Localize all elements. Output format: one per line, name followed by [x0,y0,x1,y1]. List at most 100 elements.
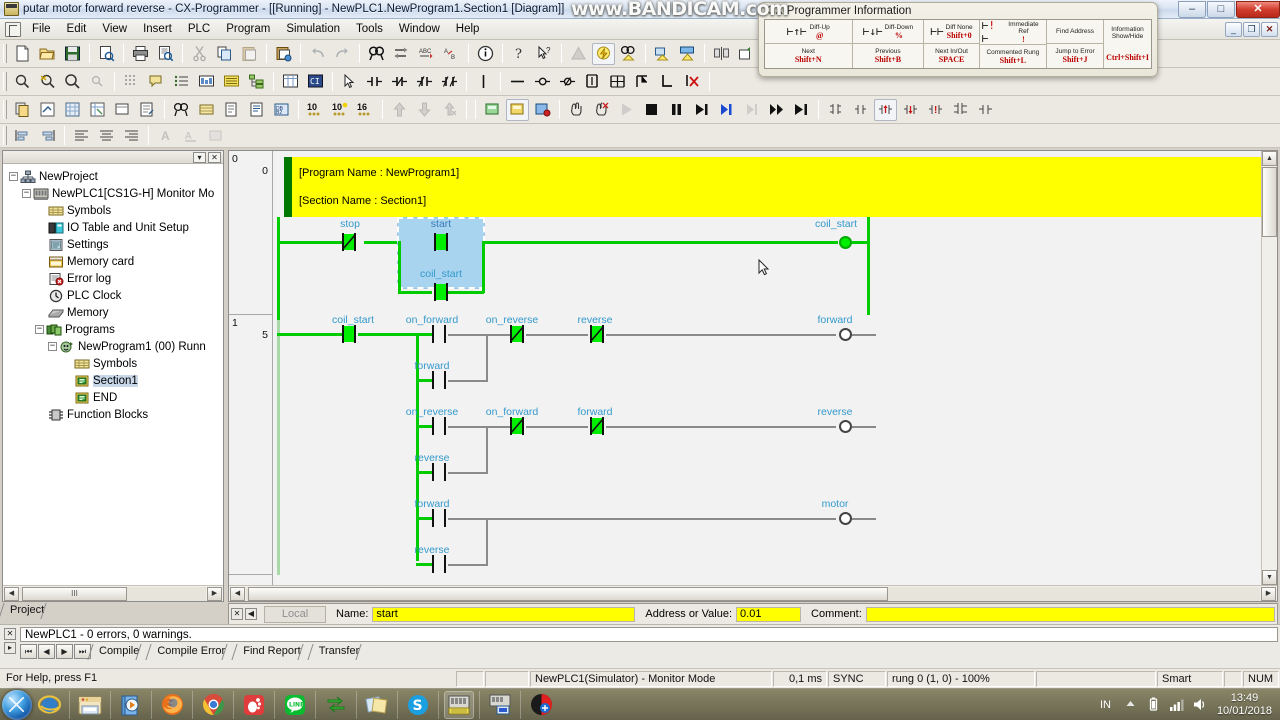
ladder-hscroll-left-icon[interactable]: ◀ [230,586,245,601]
zoom-icon[interactable] [11,71,34,93]
output-panel-grip-icon[interactable]: ▸ [4,642,16,654]
cx-info-diff-up[interactable]: ⊢↑⊢ Diff-Up @ [765,20,852,45]
cx-info-jump-to-error[interactable]: Jump to Error Shift+J [1047,44,1103,68]
new-coil-icon[interactable] [531,71,554,93]
tree-expander-icon[interactable]: − [48,342,57,351]
contact-reverse-no-or-2[interactable] [430,463,448,481]
mdi-restore-button[interactable]: ❐ [1243,21,1260,37]
taskbar-skype-icon[interactable]: S [403,691,433,719]
nav-next-icon[interactable]: ▶ [56,644,73,659]
tree-expander-icon[interactable]: − [9,172,18,181]
mdi-minimize-button[interactable]: _ [1225,21,1242,37]
ladder-canvas[interactable]: 0 0 1 5 [Program Name: NewProgram1] [Se… [229,151,1261,585]
minimize-button[interactable]: – [1178,0,1206,18]
differentiate-up-icon[interactable] [874,98,897,121]
new-contact-icon[interactable] [363,71,386,93]
tray-battery-icon[interactable] [1145,696,1162,713]
contact-on-forward-nc-2[interactable] [508,417,526,435]
tree-item-newproject[interactable]: − NewProject [7,168,223,185]
cx-info-show-hide-key[interactable]: Ctrl+Shift+I [1104,47,1151,68]
pause-simulator-icon[interactable] [565,99,588,121]
toggle-rung-comment-icon[interactable] [949,99,972,121]
toolbar-grip[interactable] [3,44,7,63]
start-button[interactable] [2,689,32,720]
signed-decimal-monitor-icon[interactable]: 10 [329,99,352,121]
data-trace-icon[interactable]: CI [304,71,327,93]
work-online-simulator-2-icon[interactable] [481,99,504,121]
contact-start-no[interactable] [432,233,450,251]
ladder-hscroll-track[interactable] [246,586,1260,601]
project-tree[interactable]: − NewProject − NewPLC1[CS1G-H] Monitor Mo Sy… [3,164,223,585]
tree-item-memory-card[interactable]: Memory card [7,253,223,270]
view-mnemonic-2-icon[interactable] [849,99,872,121]
tree-item-settings[interactable]: Settings [7,236,223,253]
tree-item-symbols[interactable]: Symbols [7,355,223,372]
new-closed-coil-icon[interactable] [556,71,579,93]
show-symbol-list-icon[interactable] [170,71,193,93]
tab-project[interactable]: Project [2,603,56,619]
document-system-icon[interactable] [5,21,21,37]
new-file-icon[interactable] [11,43,34,65]
binary-view-icon[interactable]: DB B2 [270,99,293,121]
contact-reverse-nc-1[interactable] [588,325,606,343]
project-hscrollbar[interactable]: ◀ III ▶ [3,585,223,601]
taskbar-line-icon[interactable]: LINE [280,691,310,719]
zoom-in-icon[interactable] [61,71,84,93]
cx-info-col-2[interactable]: ⊢↓⊢ Diff-Down % Previous Shift+B [852,20,925,68]
run-icon[interactable] [615,99,638,121]
transfer-from-plc-icon[interactable] [676,43,699,65]
taskbar-sync-tool-icon[interactable] [321,691,351,719]
tab-compile[interactable]: Compile [92,644,150,660]
io-table-view-icon[interactable] [86,99,109,121]
taskbar-file-explorer-icon[interactable] [75,691,105,719]
tree-item-function-blocks[interactable]: Function Blocks [7,406,223,423]
coil-coil-start[interactable] [835,233,857,251]
align-text-right-icon[interactable] [120,125,143,147]
output-panel-close-icon[interactable]: ✕ [4,628,16,640]
vscroll-up-icon[interactable]: ▲ [1262,151,1277,166]
replace-icon[interactable] [390,43,413,65]
taskbar-media-player-icon[interactable] [116,691,146,719]
gutter-cell-rung-1[interactable]: 1 5 [229,315,273,575]
close-button[interactable]: ✕ [1236,0,1280,18]
align-right-icon[interactable] [36,125,59,147]
cx-info-find-next[interactable]: Next Shift+N [765,44,852,68]
maximize-button[interactable]: □ [1207,0,1235,18]
symbol-name-input[interactable]: start [372,606,636,622]
work-online-icon[interactable] [567,43,590,65]
stop-icon[interactable] [640,99,663,121]
tray-volume-icon[interactable] [1191,696,1208,713]
transfer-to-plc-icon[interactable] [651,43,674,65]
ladder-hscroll-thumb[interactable] [248,586,888,601]
show-program-structure-icon[interactable] [245,71,268,93]
force-cancel-icon[interactable] [438,99,461,121]
menu-simulation[interactable]: Simulation [278,20,348,39]
compare-program-icon[interactable] [710,43,733,65]
vscroll-down-icon[interactable]: ▼ [1262,570,1277,585]
differentiate-down-icon[interactable] [899,99,922,121]
pause-icon[interactable] [665,99,688,121]
cross-reference-icon[interactable] [279,71,302,93]
tray-language-indicator[interactable]: IN [1100,699,1111,711]
information-icon[interactable] [474,43,497,65]
cx-info-find-previous[interactable]: Previous Shift+B [853,44,924,68]
simulator-debug-icon[interactable] [617,43,640,65]
symbol-address-input[interactable]: 0.01 [736,606,802,622]
menu-insert[interactable]: Insert [135,20,180,39]
new-vertical-line-icon[interactable] [472,71,495,93]
copy-icon[interactable] [213,43,236,65]
align-left-icon[interactable] [11,125,34,147]
step-icon[interactable] [690,99,713,121]
upload-program-icon[interactable] [735,43,758,65]
cx-info-col-6[interactable]: Information Show/Hide Ctrl+Shift+I [1104,20,1151,68]
save-icon[interactable] [61,43,84,65]
print-preview-page-icon[interactable] [95,43,118,65]
taskbar-clock[interactable]: 13:49 10/01/2018 [1217,692,1272,718]
menu-view[interactable]: View [94,20,135,39]
ladder-vscrollbar[interactable]: ▲ ▼ [1261,151,1277,585]
contact-forward-no-3[interactable] [430,509,448,527]
gutter-cell-rung-0[interactable]: 0 0 [229,151,273,315]
new-closed-contact-icon[interactable] [388,71,411,93]
force-off-icon[interactable] [413,99,436,121]
rung-comment-block[interactable]: [Program Name : NewProgram1] [Section Na… [284,157,1261,217]
